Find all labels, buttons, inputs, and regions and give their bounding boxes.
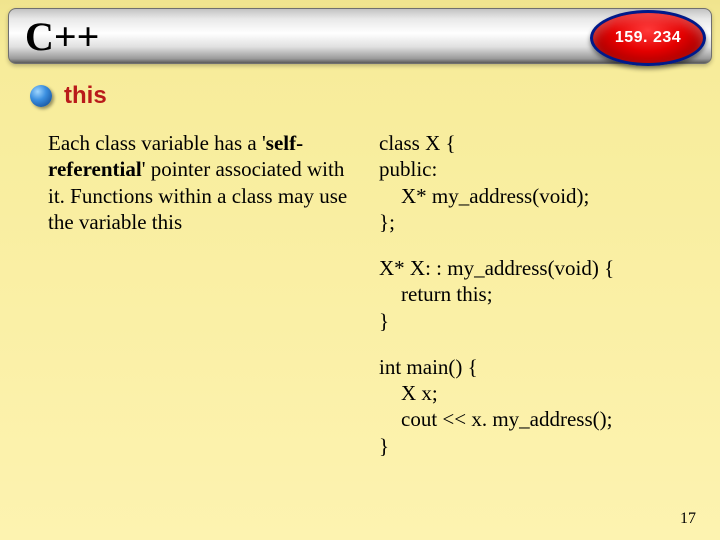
code-line: X* X: : my_address(void) { bbox=[379, 255, 690, 281]
slide: C++ 159. 234 this Each class variable ha… bbox=[0, 0, 720, 540]
code-line: X x; bbox=[379, 380, 690, 406]
code-main: int main() { X x; cout << x. my_address(… bbox=[379, 354, 690, 459]
body: Each class variable has a 'self-referent… bbox=[48, 130, 690, 510]
code-method-def: X* X: : my_address(void) { return this; … bbox=[379, 255, 690, 334]
left-column: Each class variable has a 'self-referent… bbox=[48, 130, 369, 510]
code-line: }; bbox=[379, 209, 690, 235]
section-heading: this bbox=[64, 82, 107, 110]
code-line: } bbox=[379, 308, 690, 334]
code-line: int main() { bbox=[379, 354, 690, 380]
course-code: 159. 234 bbox=[615, 29, 681, 47]
right-column: class X { public: X* my_address(void); }… bbox=[369, 130, 690, 510]
page-number: 17 bbox=[680, 510, 696, 528]
para-text-a: Each class variable has a ' bbox=[48, 131, 266, 155]
code-line: class X { bbox=[379, 130, 690, 156]
code-line: public: bbox=[379, 156, 690, 182]
code-line: cout << x. my_address(); bbox=[379, 406, 690, 432]
bullet-icon bbox=[30, 85, 52, 107]
code-line: } bbox=[379, 433, 690, 459]
code-class-decl: class X { public: X* my_address(void); }… bbox=[379, 130, 690, 235]
course-badge: 159. 234 bbox=[590, 10, 706, 66]
code-line: X* my_address(void); bbox=[379, 183, 690, 209]
code-line: return this; bbox=[379, 281, 690, 307]
section-row: this bbox=[30, 82, 107, 110]
